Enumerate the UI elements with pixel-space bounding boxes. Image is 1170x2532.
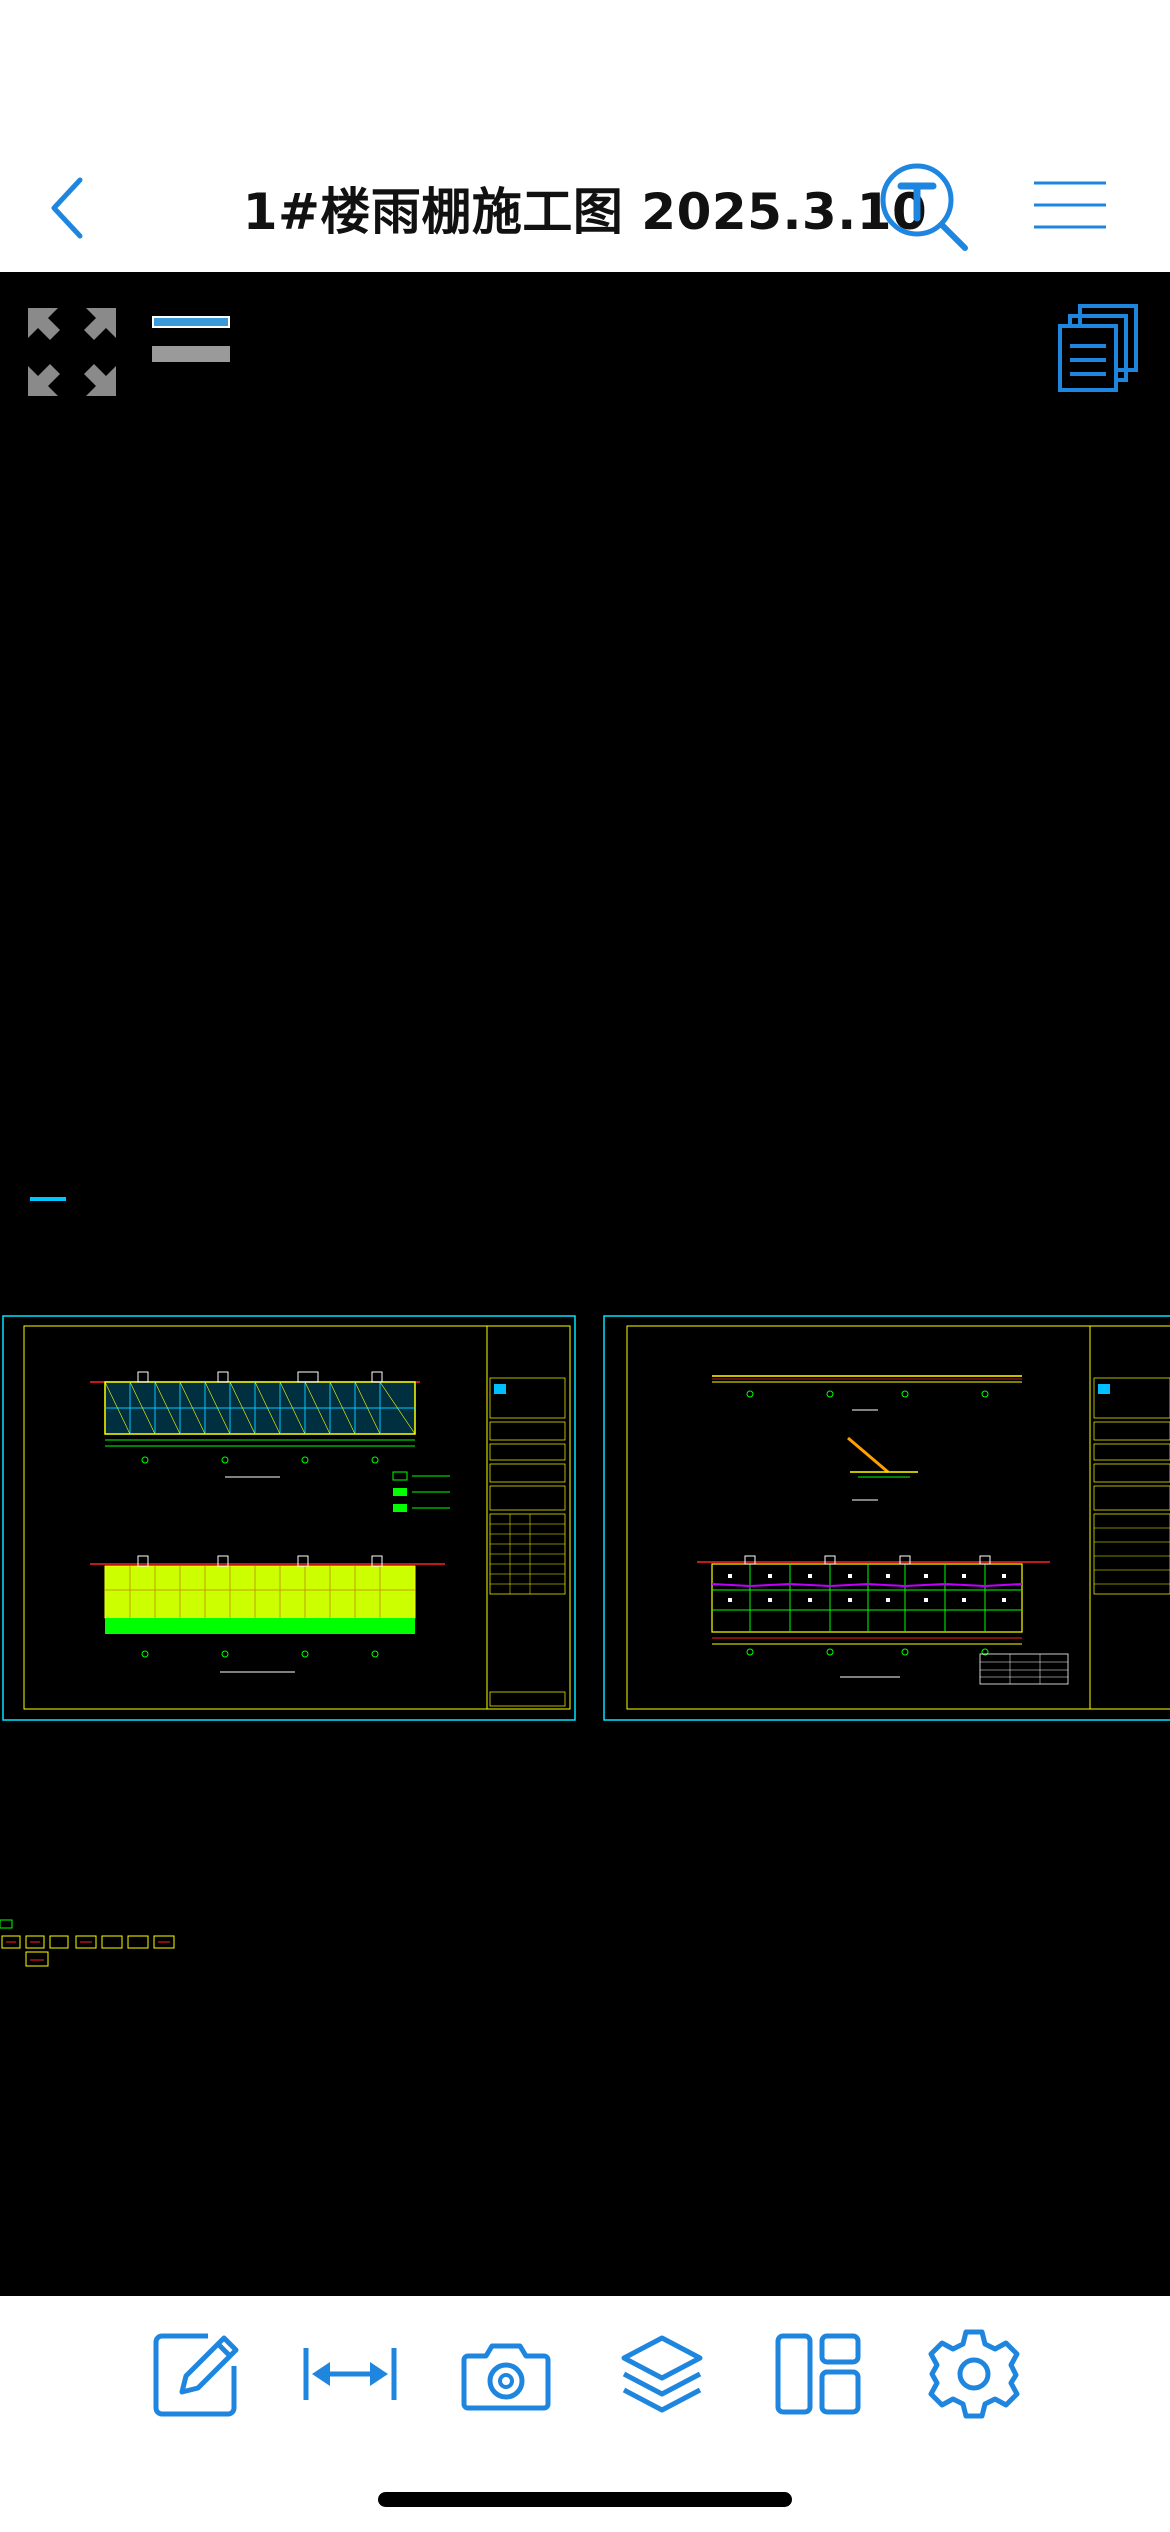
camera-icon xyxy=(461,2343,551,2411)
settings-button[interactable] xyxy=(926,2326,1022,2422)
drawing-sheet-2 xyxy=(603,1315,1170,1721)
block-thumbnails xyxy=(0,1919,175,1967)
drawing-sheet-1 xyxy=(2,1315,576,1721)
hamburger-menu-icon xyxy=(1034,181,1106,229)
layouts-button[interactable] xyxy=(1054,302,1142,394)
home-indicator xyxy=(378,2492,792,2507)
layout-toggle-button[interactable] xyxy=(150,314,232,364)
layers-icon xyxy=(621,2335,703,2413)
annotate-button[interactable] xyxy=(148,2326,244,2422)
panels-button[interactable] xyxy=(770,2326,866,2422)
edit-pencil-icon xyxy=(153,2333,239,2417)
layout-toggle-icon xyxy=(152,316,230,362)
measure-button[interactable] xyxy=(302,2326,398,2422)
back-button[interactable] xyxy=(40,168,100,248)
menu-button[interactable] xyxy=(1030,175,1110,235)
fit-view-icon xyxy=(28,308,116,396)
fit-view-button[interactable] xyxy=(24,304,120,400)
panel-layout-icon xyxy=(775,2333,861,2415)
layouts-stack-icon xyxy=(1058,304,1138,392)
cad-drawing xyxy=(0,1197,1170,1967)
text-search-icon xyxy=(880,163,968,251)
measure-distance-icon xyxy=(303,2348,397,2400)
layers-button[interactable] xyxy=(614,2326,710,2422)
text-search-button[interactable] xyxy=(875,160,975,260)
navigation-bar: 1#楼雨棚施工图 2025.3.10 xyxy=(0,0,1170,272)
chevron-left-icon xyxy=(51,177,83,239)
settings-gear-icon xyxy=(928,2329,1020,2419)
document-title: 1#楼雨棚施工图 2025.3.10 xyxy=(242,183,928,241)
snapshot-button[interactable] xyxy=(458,2326,554,2422)
drawing-canvas[interactable] xyxy=(0,272,1170,2296)
